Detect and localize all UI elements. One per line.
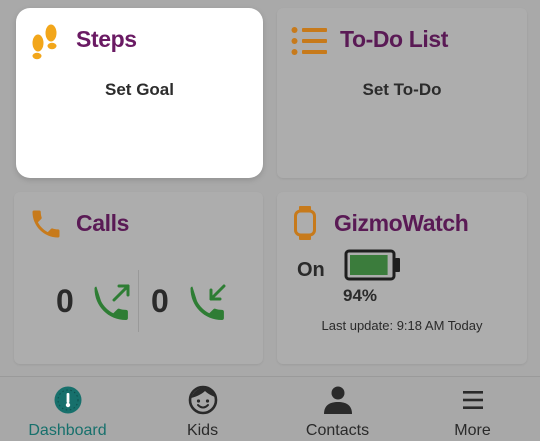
nav-kids[interactable]: Kids: [135, 377, 270, 441]
last-update-text: Last update: 9:18 AM Today: [321, 318, 483, 333]
nav-more[interactable]: More: [405, 377, 540, 441]
dashboard-icon: [54, 386, 81, 414]
incoming-call-icon: [190, 284, 226, 320]
outgoing-call-icon: [94, 284, 130, 320]
nav-contacts[interactable]: Contacts: [270, 377, 405, 441]
calls-card[interactable]: Calls 0 0: [14, 192, 263, 364]
steps-title: Steps: [76, 26, 137, 52]
list-icon: [291, 27, 327, 55]
gizmowatch-title: GizmoWatch: [334, 210, 469, 236]
person-icon: [323, 386, 352, 414]
menu-icon: [462, 391, 483, 409]
watch-status: On: [297, 259, 325, 281]
nav-dashboard[interactable]: Dashboard: [0, 377, 135, 441]
nav-kids-label: Kids: [186, 422, 219, 439]
nav-more-label: More: [454, 422, 491, 439]
nav-dashboard-label: Dashboard: [28, 422, 107, 439]
set-todo-label: Set To-Do: [362, 80, 442, 99]
watch-icon: [294, 206, 316, 240]
nav-contacts-label: Contacts: [305, 422, 370, 439]
steps-card[interactable]: Steps Set Goal: [16, 8, 263, 178]
todo-card[interactable]: To-Do List Set To-Do: [277, 8, 527, 178]
outgoing-call-count: 0: [56, 283, 74, 319]
app-screen: { "colors": { "title_purple": "#6a1a63",…: [0, 0, 540, 441]
incoming-call-count: 0: [151, 283, 169, 319]
calls-divider: [138, 270, 139, 332]
battery-percentage: 94%: [343, 286, 378, 305]
footsteps-icon: [32, 24, 57, 60]
phone-icon: [32, 210, 60, 238]
todo-title: To-Do List: [340, 26, 448, 52]
battery-icon: [344, 249, 400, 281]
bottom-nav: Dashboard Kids Contacts More: [0, 376, 540, 441]
kid-face-icon: [188, 385, 217, 415]
set-goal-label: Set Goal: [105, 80, 174, 99]
calls-title: Calls: [76, 210, 129, 236]
gizmowatch-card[interactable]: GizmoWatch On 94% Last update: 9:18 AM T…: [277, 192, 527, 364]
